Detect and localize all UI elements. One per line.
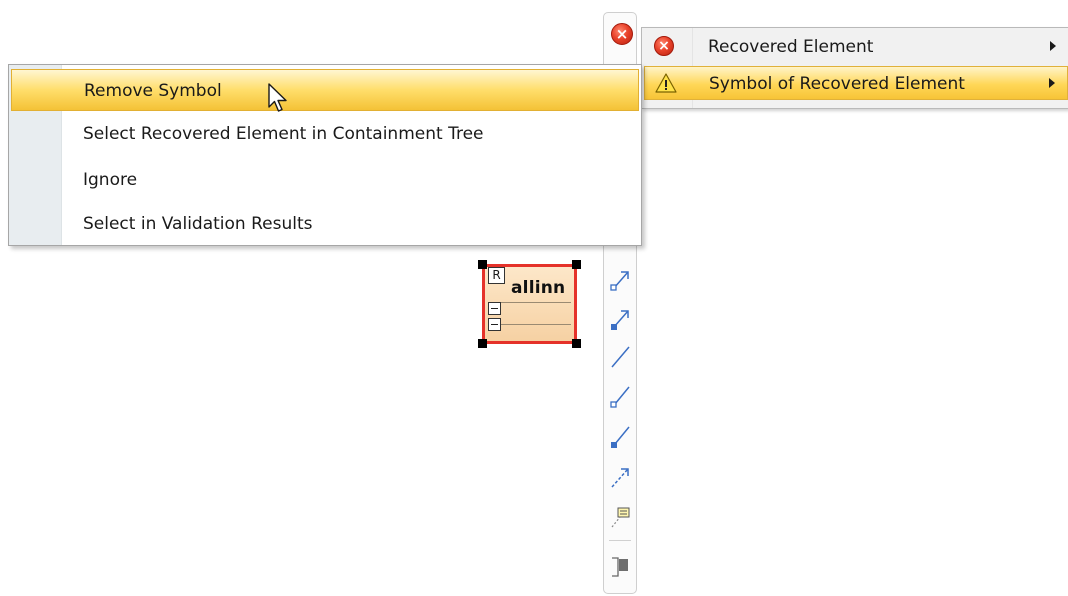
- filled-end-line-icon[interactable]: [608, 423, 632, 451]
- recovered-badge: R: [488, 267, 505, 284]
- resize-handle-bottom-left[interactable]: [478, 339, 487, 348]
- open-end-line-icon[interactable]: [608, 383, 632, 411]
- mouse-cursor-icon: [268, 83, 290, 120]
- toolbar-separator: [609, 540, 631, 541]
- menu-item-label: Remove Symbol: [84, 81, 222, 101]
- context-menu: Remove Symbol Select Recovered Element i…: [8, 64, 642, 246]
- diagram-element[interactable]: allinn R: [478, 260, 581, 348]
- submenu-arrow-icon: [1050, 41, 1056, 51]
- menu-item-remove-symbol[interactable]: Remove Symbol: [11, 69, 639, 111]
- resize-handle-bottom-right[interactable]: [572, 339, 581, 348]
- menu-item-label: Ignore: [83, 170, 138, 190]
- menu-item-select-in-validation-results[interactable]: Select in Validation Results: [11, 203, 639, 245]
- validation-submenu: × Recovered Element Symbol of Recovered …: [641, 27, 1068, 109]
- line-icon[interactable]: [608, 343, 632, 371]
- submenu-item-label: Symbol of Recovered Element: [709, 74, 965, 94]
- element-title: allinn: [511, 278, 566, 298]
- submenu-arrow-icon: [1049, 78, 1055, 88]
- warning-icon: [655, 73, 679, 97]
- menu-item-select-in-containment-tree[interactable]: Select Recovered Element in Containment …: [11, 113, 639, 155]
- menu-item-ignore[interactable]: Ignore: [11, 159, 639, 201]
- collapse-compartment-button[interactable]: [488, 302, 501, 315]
- validation-error-icon[interactable]: ×: [611, 23, 633, 45]
- menu-item-label: Select Recovered Element in Containment …: [83, 124, 484, 144]
- note-link-icon[interactable]: [608, 503, 632, 531]
- resize-handle-top-right[interactable]: [572, 260, 581, 269]
- shape-icon[interactable]: [608, 553, 632, 581]
- resize-handle-top-left[interactable]: [478, 260, 487, 269]
- error-icon: ×: [654, 36, 678, 60]
- submenu-item-recovered-element[interactable]: × Recovered Element: [644, 30, 1068, 64]
- association-icon[interactable]: [608, 266, 632, 294]
- submenu-item-label: Recovered Element: [708, 37, 874, 57]
- dashed-arrow-icon[interactable]: [608, 463, 632, 491]
- composition-icon[interactable]: [608, 305, 632, 333]
- collapse-compartment-button[interactable]: [488, 318, 501, 331]
- submenu-item-symbol-of-recovered-element[interactable]: Symbol of Recovered Element: [644, 66, 1068, 100]
- menu-item-label: Select in Validation Results: [83, 214, 313, 234]
